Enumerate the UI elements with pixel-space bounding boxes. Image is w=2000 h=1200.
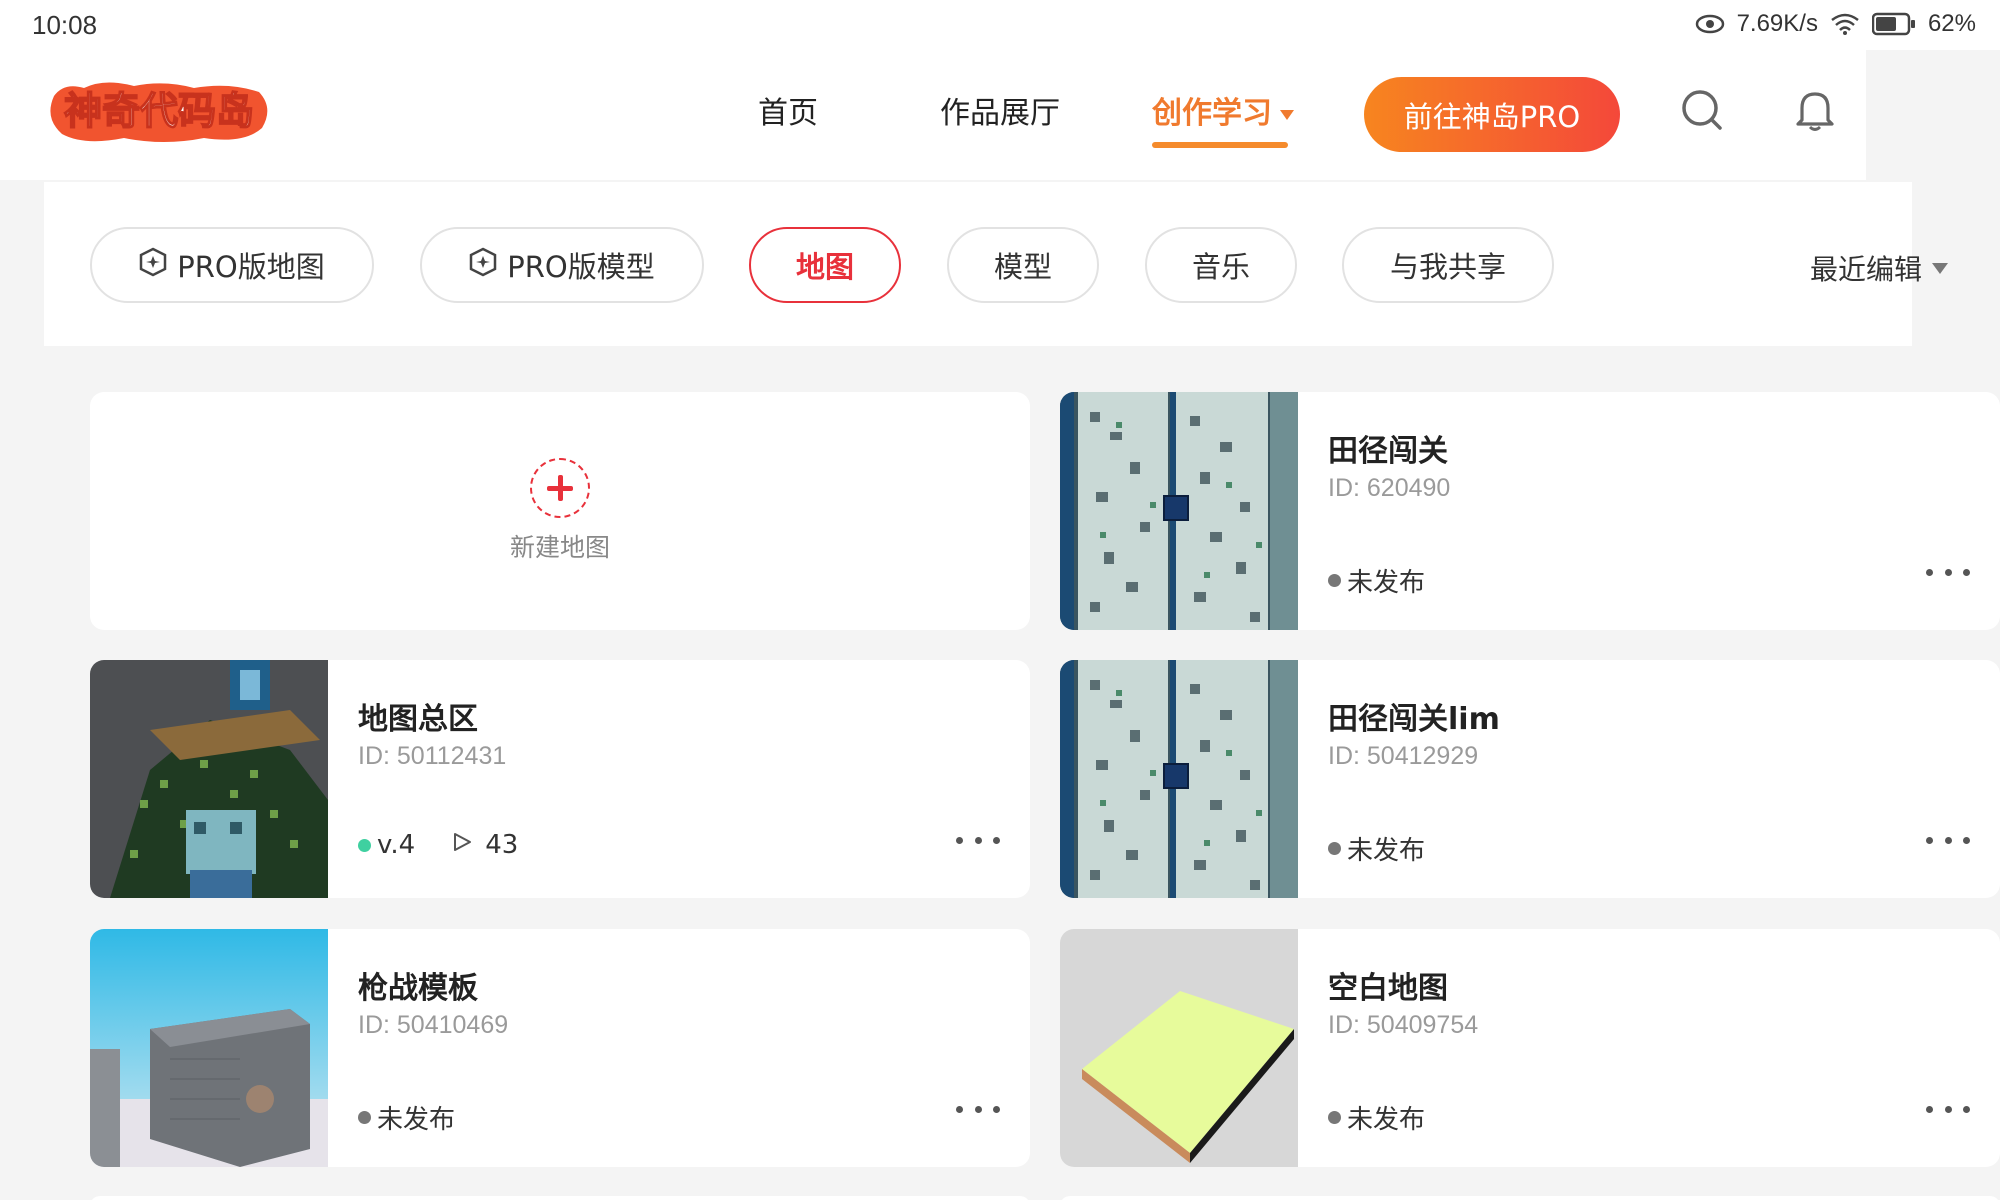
status-dot xyxy=(1328,574,1341,587)
status-dot xyxy=(1328,1111,1341,1124)
nav-gallery[interactable]: 作品展厅 xyxy=(940,88,1060,132)
nav-active-indicator xyxy=(1152,142,1288,148)
map-thumbnail xyxy=(90,929,328,1167)
map-id: ID: 50410469 xyxy=(358,1011,509,1039)
map-card[interactable]: 田径闯关lim ID: 50412929 未发布 xyxy=(1060,660,2000,898)
pro-badge-icon xyxy=(139,247,167,284)
status-indicators: 7.69K/s 62% xyxy=(1695,10,1976,38)
publish-status: v.4 43 xyxy=(358,830,518,860)
sort-dropdown[interactable]: 最近编辑 xyxy=(1810,248,1949,288)
map-id: ID: 50112431 xyxy=(358,742,507,770)
battery-icon xyxy=(1871,12,1916,36)
app-logo[interactable]: 神奇代码岛 xyxy=(44,78,274,148)
clock: 10:08 xyxy=(32,10,98,40)
sort-label: 最近编辑 xyxy=(1810,253,1923,286)
more-options-button[interactable] xyxy=(956,828,1000,852)
wifi-icon xyxy=(1830,12,1860,36)
status-bar: 10:08 7.69K/s 62% xyxy=(0,0,2000,50)
pro-badge-icon xyxy=(469,247,497,284)
play-icon xyxy=(451,830,473,860)
play-count: 43 xyxy=(485,830,519,860)
plus-icon xyxy=(530,458,590,518)
map-card[interactable]: 枪战模板 ID: 50410469 未发布 xyxy=(90,929,1030,1167)
publish-status: 未发布 xyxy=(1328,562,1425,599)
map-card[interactable]: 空白地图 ID: 50409754 未发布 xyxy=(1060,929,2000,1167)
status-dot xyxy=(358,1111,371,1124)
map-title: 田径闯关lim xyxy=(1328,702,1500,737)
map-thumbnail xyxy=(90,660,328,898)
top-header: 神奇代码岛 首页 作品展厅 创作学习 前往神岛PRO xyxy=(0,50,1866,180)
version-label: v.4 xyxy=(377,830,416,860)
chip-pro-model[interactable]: PRO版模型 xyxy=(420,227,704,303)
map-title: 地图总区 xyxy=(358,702,478,737)
category-filter-bar: PRO版地图 PRO版模型 地图 模型 音乐 与我共享 xyxy=(44,182,1912,346)
more-options-button[interactable] xyxy=(956,1097,1000,1121)
more-options-button[interactable] xyxy=(1926,828,1970,852)
go-pro-button[interactable]: 前往神岛PRO xyxy=(1364,77,1620,152)
chip-map[interactable]: 地图 xyxy=(749,227,901,303)
new-map-label: 新建地图 xyxy=(509,533,610,562)
eye-icon xyxy=(1695,14,1725,34)
publish-status: 未发布 xyxy=(1328,830,1425,867)
status-dot xyxy=(358,838,371,852)
nav-create-learn[interactable]: 创作学习 xyxy=(1152,88,1294,148)
map-id: ID: 620490 xyxy=(1328,474,1451,502)
logo-text: 神奇代码岛 xyxy=(64,89,254,133)
map-thumbnail xyxy=(1060,929,1298,1167)
search-icon[interactable] xyxy=(1680,88,1724,136)
chevron-down-icon xyxy=(1932,262,1949,274)
nav-create-learn-label: 创作学习 xyxy=(1152,96,1272,131)
chip-pro-map[interactable]: PRO版地图 xyxy=(90,227,374,303)
map-thumbnail xyxy=(1060,392,1298,630)
map-title: 田径闯关 xyxy=(1328,434,1448,469)
next-card-peek xyxy=(90,1196,1030,1200)
more-options-button[interactable] xyxy=(1926,1097,1970,1121)
map-title: 空白地图 xyxy=(1328,971,1448,1006)
new-map-card[interactable]: 新建地图 xyxy=(90,392,1030,630)
status-dot xyxy=(1328,842,1341,855)
next-card-peek xyxy=(1060,1196,2000,1200)
publish-status: 未发布 xyxy=(1328,1099,1425,1136)
battery-level: 62% xyxy=(1927,10,1976,37)
map-card[interactable]: 田径闯关 ID: 620490 未发布 xyxy=(1060,392,2000,630)
map-title: 枪战模板 xyxy=(358,971,478,1006)
publish-status: 未发布 xyxy=(358,1099,455,1136)
nav-home[interactable]: 首页 xyxy=(758,88,818,132)
bell-icon[interactable] xyxy=(1794,88,1836,136)
chip-shared-with-me[interactable]: 与我共享 xyxy=(1342,227,1554,303)
chevron-down-icon xyxy=(1280,109,1294,120)
map-card[interactable]: 地图总区 ID: 50112431 v.4 43 xyxy=(90,660,1030,898)
chip-model[interactable]: 模型 xyxy=(947,227,1099,303)
network-speed: 7.69K/s xyxy=(1736,10,1818,37)
chip-music[interactable]: 音乐 xyxy=(1145,227,1297,303)
map-id: ID: 50412929 xyxy=(1328,742,1479,770)
map-thumbnail xyxy=(1060,660,1298,898)
map-id: ID: 50409754 xyxy=(1328,1011,1479,1039)
more-options-button[interactable] xyxy=(1926,560,1970,584)
